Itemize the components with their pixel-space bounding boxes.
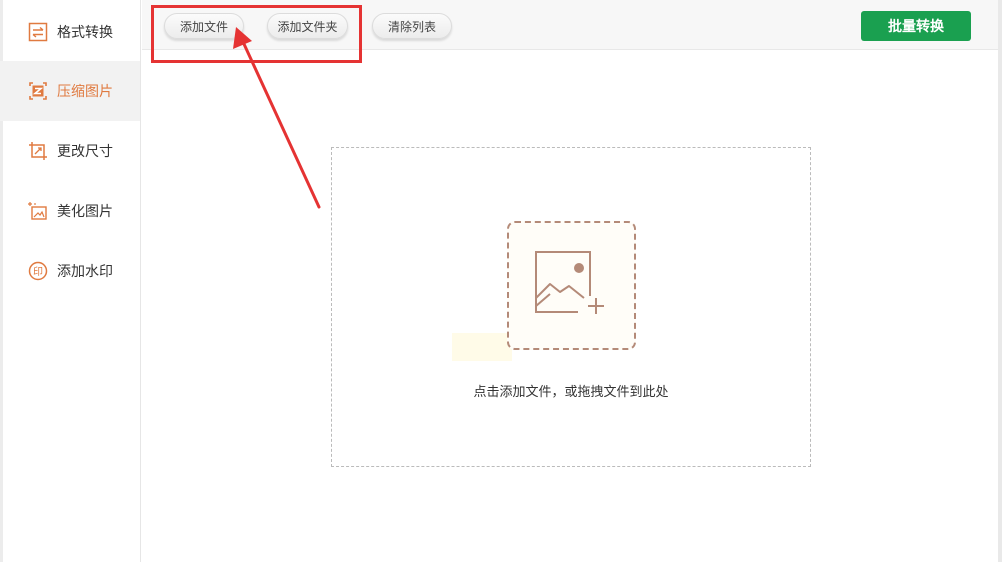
sidebar-item-label: 添加水印 [57, 264, 113, 280]
add-image-button[interactable] [507, 221, 636, 350]
sidebar-item-compress-image[interactable]: 压缩图片 [0, 61, 140, 121]
watermark-icon: 印 [28, 261, 48, 281]
sidebar-item-format-convert[interactable]: 格式转换 [0, 2, 140, 62]
sidebar-item-label: 压缩图片 [57, 84, 113, 100]
batch-convert-button[interactable]: 批量转换 [861, 11, 971, 41]
file-drop-zone[interactable]: 点击添加文件，或拖拽文件到此处 [331, 147, 811, 467]
drop-zone-highlight [452, 333, 512, 361]
sidebar-item-beautify-image[interactable]: 美化图片 [0, 181, 140, 241]
sidebar-item-resize[interactable]: 更改尺寸 [0, 121, 140, 181]
sidebar-item-label: 格式转换 [57, 25, 113, 41]
svg-text:印: 印 [33, 266, 43, 278]
beautify-image-icon [28, 201, 48, 221]
sidebar-item-watermark[interactable]: 印 添加水印 [0, 241, 140, 301]
sidebar-item-label: 美化图片 [57, 204, 113, 220]
sidebar: 格式转换 压缩图片 更改尺寸 美化图片 印 添加水印 [0, 0, 141, 562]
add-image-icon [534, 248, 610, 324]
add-folder-button[interactable]: 添加文件夹 [267, 13, 348, 39]
toolbar: 添加文件 添加文件夹 清除列表 批量转换 [142, 0, 1002, 50]
window-right-edge [998, 0, 1002, 562]
compress-image-icon [28, 81, 48, 101]
format-convert-icon [28, 22, 48, 42]
add-file-button[interactable]: 添加文件 [164, 13, 244, 39]
resize-icon [28, 141, 48, 161]
drop-zone-hint: 点击添加文件，或拖拽文件到此处 [473, 385, 669, 400]
sidebar-item-label: 更改尺寸 [57, 144, 113, 160]
clear-list-button[interactable]: 清除列表 [372, 13, 452, 39]
app-window: 格式转换 压缩图片 更改尺寸 美化图片 印 添加水印 添加文件 添加文件夹 清除… [0, 0, 1002, 562]
